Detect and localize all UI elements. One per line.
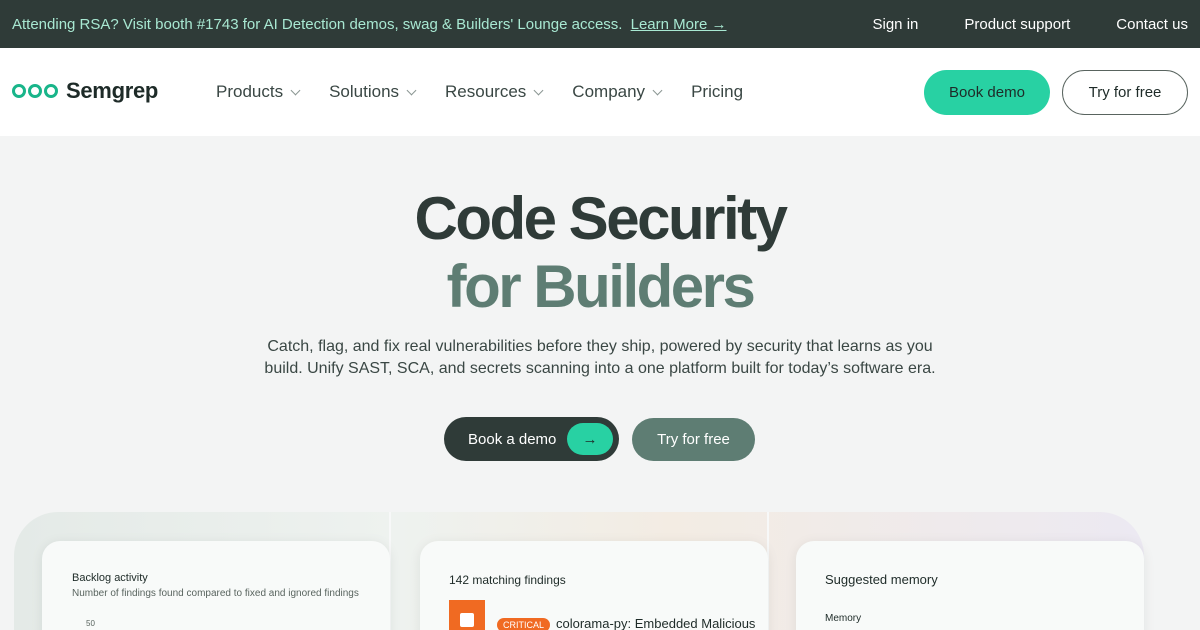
hero-book-demo-button[interactable]: Book a demo → — [444, 417, 619, 461]
chevron-down-icon — [290, 85, 301, 95]
findings-card: 142 matching findings CRITICAL colorama-… — [420, 541, 768, 630]
nav-item-label: Company — [572, 82, 646, 101]
announcement: Attending RSA? Visit booth #1743 for AI … — [12, 16, 727, 33]
nav-item-products[interactable]: Products — [216, 82, 301, 102]
announcement-bar: Attending RSA? Visit booth #1743 for AI … — [0, 0, 1200, 48]
backlog-activity-card: Backlog activity Number of findings foun… — [42, 541, 390, 630]
book-demo-button[interactable]: Book demo — [924, 70, 1050, 115]
product-support-link[interactable]: Product support — [964, 16, 1070, 33]
brand-name: Semgrep — [66, 78, 159, 103]
announcement-text: Attending RSA? Visit booth #1743 for AI … — [12, 16, 623, 33]
nav-item-label: Pricing — [691, 82, 744, 101]
main-nav: Semgrep Products Solutions Resources Com… — [0, 48, 1200, 136]
memory-label: Memory — [825, 613, 862, 624]
nav-item-label: Solutions — [329, 82, 400, 101]
arrow-right-icon: → — [567, 423, 613, 455]
hero-book-demo-label: Book a demo — [468, 430, 557, 448]
learn-more-link[interactable]: Learn More → — [631, 16, 727, 33]
chevron-down-icon — [406, 85, 417, 95]
nav-item-company[interactable]: Company — [572, 82, 663, 102]
hero-try-free-button[interactable]: Try for free — [632, 418, 755, 461]
try-for-free-button[interactable]: Try for free — [1062, 70, 1188, 115]
chevron-down-icon — [533, 85, 544, 95]
nav-menu: Products Solutions Resources Company Pri… — [216, 82, 743, 102]
semgrep-logo-icon — [12, 84, 58, 98]
backlog-title: Backlog activity — [72, 572, 148, 584]
nav-item-resources[interactable]: Resources — [445, 82, 544, 102]
chevron-down-icon — [652, 85, 663, 95]
finding-title: colorama-py: Embedded Malicious — [556, 616, 756, 630]
logo[interactable]: Semgrep — [12, 78, 158, 104]
utility-links: Sign in Product support Contact us — [873, 16, 1189, 33]
backlog-subtitle: Number of findings found compared to fix… — [72, 588, 359, 599]
nav-item-solutions[interactable]: Solutions — [329, 82, 417, 102]
severity-badge: CRITICAL — [497, 618, 551, 630]
hero-title-line-2: for Builders — [446, 253, 756, 320]
sign-in-link[interactable]: Sign in — [873, 16, 919, 33]
backlog-y-tick: 50 — [86, 619, 95, 628]
finding-row[interactable]: CRITICAL colorama-py: Embedded Malicious — [449, 600, 768, 630]
nav-item-label: Products — [216, 82, 284, 101]
hero-title-line-1: Code Security — [414, 185, 788, 252]
severity-icon — [449, 600, 485, 630]
hero-subtitle: Catch, flag, and fix real vulnerabilitie… — [264, 338, 936, 377]
nav-item-label: Resources — [445, 82, 527, 101]
memory-title: Suggested memory — [825, 572, 938, 587]
contact-us-link[interactable]: Contact us — [1116, 16, 1188, 33]
nav-item-pricing[interactable]: Pricing — [691, 82, 743, 102]
findings-count: 142 matching findings — [449, 573, 566, 587]
suggested-memory-card: Suggested memory Memory — [796, 541, 1144, 630]
